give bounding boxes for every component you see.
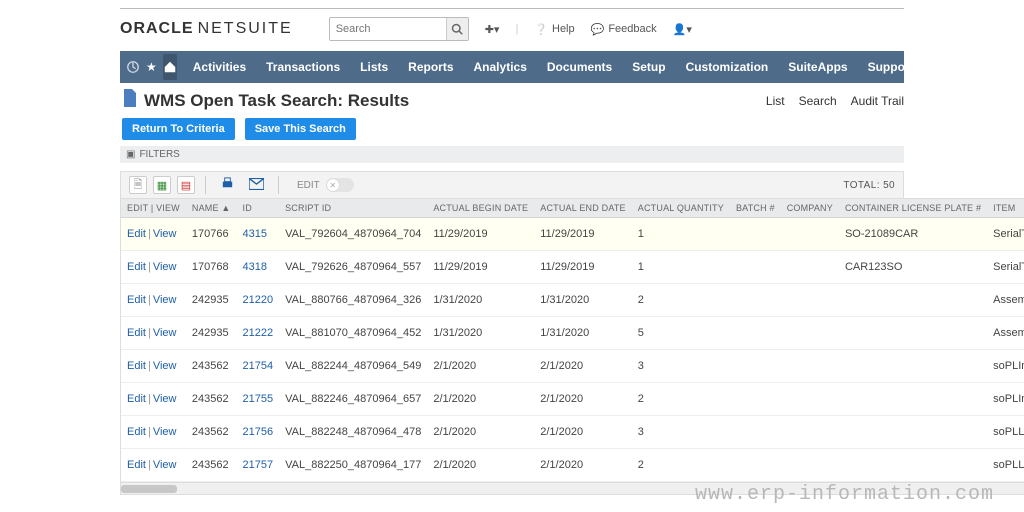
page-title: WMS Open Task Search: Results [144, 91, 409, 111]
view-link[interactable]: View [153, 360, 177, 372]
edit-link[interactable]: Edit [127, 261, 146, 273]
column-header[interactable]: ACTUAL END DATE [534, 199, 632, 218]
logo-netsuite: NETSUITE [198, 20, 293, 38]
edit-link[interactable]: Edit [127, 294, 146, 306]
view-link[interactable]: View [153, 261, 177, 273]
page-link-search[interactable]: Search [799, 94, 837, 108]
id-link[interactable]: 21756 [243, 426, 274, 438]
page-link-audit-trail[interactable]: Audit Trail [851, 94, 904, 108]
column-header[interactable]: SCRIPT ID [279, 199, 427, 218]
brand-logo: ORACLE NETSUITE [120, 20, 313, 38]
id-link[interactable]: 21757 [243, 459, 274, 471]
nav-analytics[interactable]: Analytics [464, 52, 537, 82]
create-new-dropdown[interactable]: ✚▾ [485, 23, 500, 36]
column-header[interactable]: CONTAINER LICENSE PLATE # [839, 199, 987, 218]
star-icon[interactable]: ★ [146, 54, 157, 80]
column-header[interactable]: NAME ▲ [186, 199, 237, 218]
export-pdf-icon[interactable]: ▤ [177, 176, 195, 194]
edit-link[interactable]: Edit [127, 393, 146, 405]
edit-link[interactable]: Edit [127, 426, 146, 438]
id-link[interactable]: 4315 [243, 228, 267, 240]
nav-reports[interactable]: Reports [398, 52, 463, 82]
global-search[interactable] [329, 17, 469, 41]
edit-link[interactable]: Edit [127, 228, 146, 240]
search-icon[interactable] [446, 18, 468, 40]
logo-oracle: ORACLE [120, 20, 194, 38]
save-this-search-button[interactable]: Save This Search [245, 118, 356, 140]
nav-transactions[interactable]: Transactions [256, 52, 350, 82]
return-to-criteria-button[interactable]: Return To Criteria [122, 118, 235, 140]
nav-documents[interactable]: Documents [537, 52, 622, 82]
view-link[interactable]: View [153, 294, 177, 306]
speech-icon: 💬 [591, 23, 605, 36]
id-link[interactable]: 21755 [243, 393, 274, 405]
column-header[interactable]: ACTUAL BEGIN DATE [427, 199, 534, 218]
view-link[interactable]: View [153, 459, 177, 471]
nav-customization[interactable]: Customization [676, 52, 779, 82]
email-icon[interactable] [245, 177, 268, 193]
column-header[interactable]: ACTUAL QUANTITY [632, 199, 730, 218]
feedback-link[interactable]: 💬 Feedback [591, 23, 657, 36]
main-navbar: ★ ActivitiesTransactionsListsReportsAnal… [120, 51, 904, 83]
nav-support[interactable]: Support [858, 52, 924, 82]
role-dropdown[interactable]: 👤▾ [673, 23, 692, 36]
table-row: Edit|View24293521220VAL_880766_4870964_3… [121, 284, 1024, 317]
table-row: Edit|View24356221755VAL_882246_4870964_6… [121, 383, 1024, 416]
page-link-list[interactable]: List [766, 94, 785, 108]
nav-lists[interactable]: Lists [350, 52, 398, 82]
column-header[interactable]: BATCH # [730, 199, 781, 218]
results-table: EDIT | VIEWNAME ▲IDSCRIPT IDACTUAL BEGIN… [121, 199, 1024, 482]
column-header[interactable]: ITEM [987, 199, 1024, 218]
filters-bar[interactable]: ▣ FILTERS [120, 146, 904, 163]
table-row: Edit|View1707684318VAL_792626_4870964_55… [121, 251, 1024, 284]
history-icon[interactable] [126, 54, 140, 80]
edit-link[interactable]: Edit [127, 360, 146, 372]
total-count: TOTAL: 50 [843, 180, 895, 191]
view-link[interactable]: View [153, 393, 177, 405]
id-link[interactable]: 21220 [243, 294, 274, 306]
nav-setup[interactable]: Setup [622, 52, 675, 82]
export-csv-icon[interactable]: 🗎 [129, 176, 147, 194]
nav-suiteapps[interactable]: SuiteApps [778, 52, 857, 82]
table-row: Edit|View1707664315VAL_792604_4870964_70… [121, 218, 1024, 251]
table-row: Edit|View24356221754VAL_882244_4870964_5… [121, 350, 1024, 383]
person-icon: 👤▾ [673, 23, 692, 36]
plus-icon: ✚▾ [485, 23, 500, 36]
print-icon[interactable] [216, 176, 239, 194]
page-icon [122, 89, 138, 112]
table-row: Edit|View24293521222VAL_881070_4870964_4… [121, 317, 1024, 350]
inline-edit-toggle[interactable]: EDIT ✕ [297, 178, 354, 192]
view-link[interactable]: View [153, 228, 177, 240]
table-row: Edit|View24356221757VAL_882250_4870964_1… [121, 449, 1024, 482]
id-link[interactable]: 4318 [243, 261, 267, 273]
expand-icon: ▣ [126, 149, 135, 160]
view-link[interactable]: View [153, 426, 177, 438]
column-header[interactable]: ID [237, 199, 280, 218]
edit-link[interactable]: Edit [127, 459, 146, 471]
view-link[interactable]: View [153, 327, 177, 339]
edit-link[interactable]: Edit [127, 327, 146, 339]
table-row: Edit|View24356221756VAL_882248_4870964_4… [121, 416, 1024, 449]
column-header[interactable]: EDIT | VIEW [121, 199, 186, 218]
help-link[interactable]: ❔ Help [534, 23, 574, 36]
watermark: www.erp-information.com [695, 483, 994, 506]
id-link[interactable]: 21754 [243, 360, 274, 372]
column-header[interactable]: COMPANY [781, 199, 839, 218]
home-icon[interactable] [163, 54, 177, 80]
nav-activities[interactable]: Activities [183, 52, 256, 82]
id-link[interactable]: 21222 [243, 327, 274, 339]
help-icon: ❔ [534, 23, 548, 36]
export-excel-icon[interactable]: ▦ [153, 176, 171, 194]
